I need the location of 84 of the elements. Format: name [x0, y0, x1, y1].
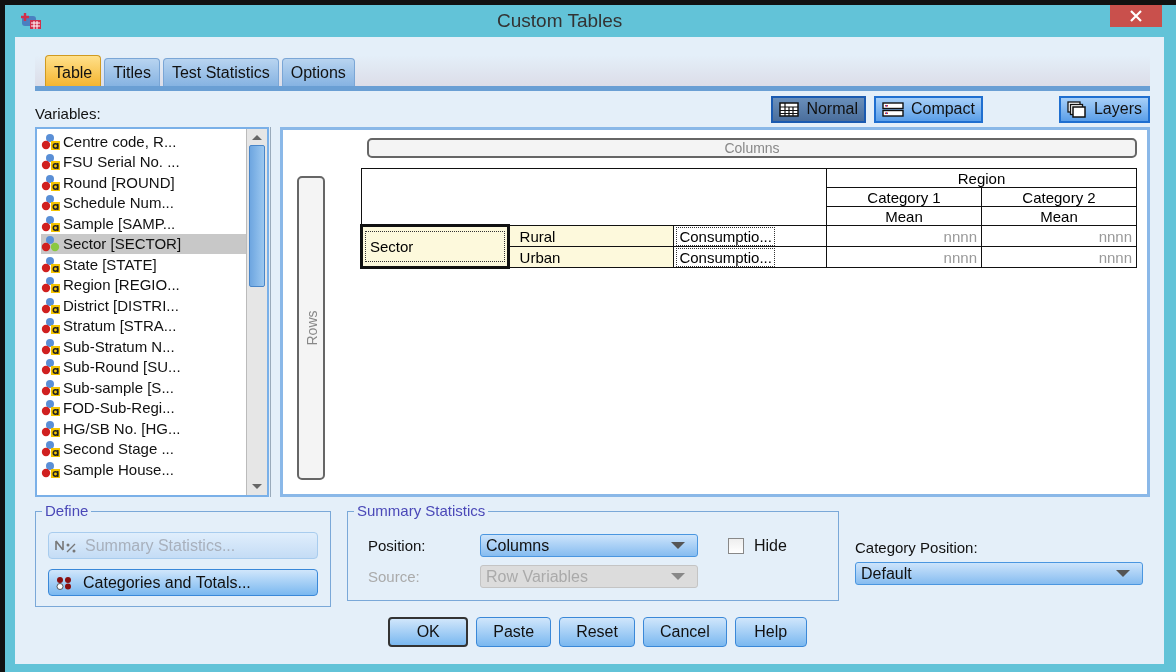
caret-icon — [671, 542, 685, 549]
dialog-button[interactable]: Paste — [476, 617, 552, 647]
scroll-down-icon — [251, 483, 263, 491]
variable-item[interactable]: Stratum [STRA... — [41, 315, 246, 336]
table-cell[interactable]: Sector — [361, 225, 509, 268]
layers-button[interactable]: Layers — [1058, 95, 1150, 123]
tab[interactable]: Test Statistics — [162, 58, 279, 86]
tab[interactable]: Titles — [104, 58, 160, 86]
group-title: Define — [42, 502, 92, 519]
variable-icon — [41, 276, 61, 294]
category-position-dropdown[interactable]: Default — [855, 562, 1143, 585]
dialog-button[interactable]: OK — [388, 617, 469, 647]
variables-label: Variables: — [35, 104, 101, 122]
dialog-button[interactable]: Reset — [559, 617, 635, 647]
variable-item[interactable]: HG/SB No. [HG... — [41, 418, 246, 439]
close-button[interactable] — [1110, 5, 1162, 27]
variable-icon — [41, 194, 61, 212]
variable-icon — [41, 378, 61, 396]
variable-item[interactable]: FOD-Sub-Regi... — [41, 397, 246, 418]
variable-item[interactable]: Sub-Round [SU... — [41, 356, 246, 377]
rows-icon — [881, 101, 904, 117]
statistics-icon — [55, 538, 77, 553]
scrollbar[interactable] — [246, 129, 267, 495]
variable-item[interactable]: Region [REGIO... — [41, 274, 246, 295]
variable-item[interactable]: Sample House... — [41, 459, 246, 480]
variables-list[interactable] — [35, 127, 269, 497]
variable-item[interactable]: District [DISTRI... — [41, 295, 246, 316]
position-dropdown[interactable]: Columns — [480, 534, 698, 557]
close-icon — [1129, 10, 1143, 22]
variable-icon — [41, 153, 61, 171]
variable-icon — [41, 337, 61, 355]
window-title: Custom Tables — [497, 10, 623, 32]
variable-item[interactable]: Round [ROUND] — [41, 172, 246, 193]
hide-label: Hide — [754, 536, 787, 555]
variable-item[interactable]: FSU Serial No. ... — [41, 151, 246, 172]
layers-icon — [1066, 100, 1087, 118]
variable-icon — [41, 173, 61, 191]
table-cell[interactable]: Consumptio... — [673, 246, 827, 268]
variable-icon — [41, 440, 61, 458]
variable-item[interactable]: Schedule Num... — [41, 192, 246, 213]
caret-icon — [1116, 570, 1130, 577]
scroll-up-icon — [251, 133, 263, 141]
table-icon — [779, 101, 800, 117]
table-cell[interactable]: Consumptio... — [673, 225, 827, 247]
table-cell: Mean — [826, 206, 982, 226]
position-label: Position: — [368, 537, 427, 554]
group-title: Summary Statistics — [354, 502, 489, 519]
table-icon — [19, 12, 43, 30]
table-cell: nnnn — [826, 246, 982, 268]
view-button[interactable]: Compact — [873, 95, 983, 123]
variable-icon — [41, 132, 61, 150]
tab[interactable]: Table — [45, 55, 102, 86]
table-cell: Region — [826, 168, 1137, 188]
variable-item[interactable]: Second Stage ... — [41, 438, 246, 459]
tab[interactable]: Options — [281, 58, 355, 86]
table-cell: nnnn — [981, 225, 1137, 247]
variable-item[interactable]: Sample [SAMP... — [41, 213, 246, 234]
variable-icon — [41, 419, 61, 437]
table-cell: nnnn — [981, 246, 1137, 268]
dialog-button[interactable]: Help — [734, 617, 807, 647]
table-cell: Category 1 — [826, 187, 982, 207]
category-position-label: Category Position: — [855, 539, 979, 556]
variable-item[interactable]: Centre code, R... — [41, 131, 246, 152]
table-cell: Category 2 — [981, 187, 1137, 207]
define-button[interactable]: Categories and Totals... — [48, 569, 318, 596]
variable-icon — [41, 460, 61, 478]
variable-item[interactable]: Sub-Stratum N... — [41, 336, 246, 357]
variable-icon — [41, 358, 61, 376]
table-cell: Mean — [981, 206, 1137, 226]
variable-icon — [41, 214, 61, 232]
variable-icon — [41, 235, 61, 253]
caret-icon — [671, 573, 685, 580]
variable-item[interactable]: Sector [SECTOR] — [41, 233, 246, 254]
variable-item[interactable]: Sub-sample [S... — [41, 377, 246, 398]
variable-icon — [41, 255, 61, 273]
variable-item[interactable]: State [STATE] — [41, 254, 246, 275]
view-button[interactable]: Normal — [771, 95, 866, 123]
source-label: Source: — [368, 568, 421, 585]
variable-icon — [41, 296, 61, 314]
variable-icon — [41, 399, 61, 417]
variable-icon — [41, 317, 61, 335]
table-cell: nnnn — [826, 225, 982, 247]
hide-checkbox[interactable] — [728, 537, 744, 554]
dialog-button[interactable]: Cancel — [642, 617, 727, 647]
